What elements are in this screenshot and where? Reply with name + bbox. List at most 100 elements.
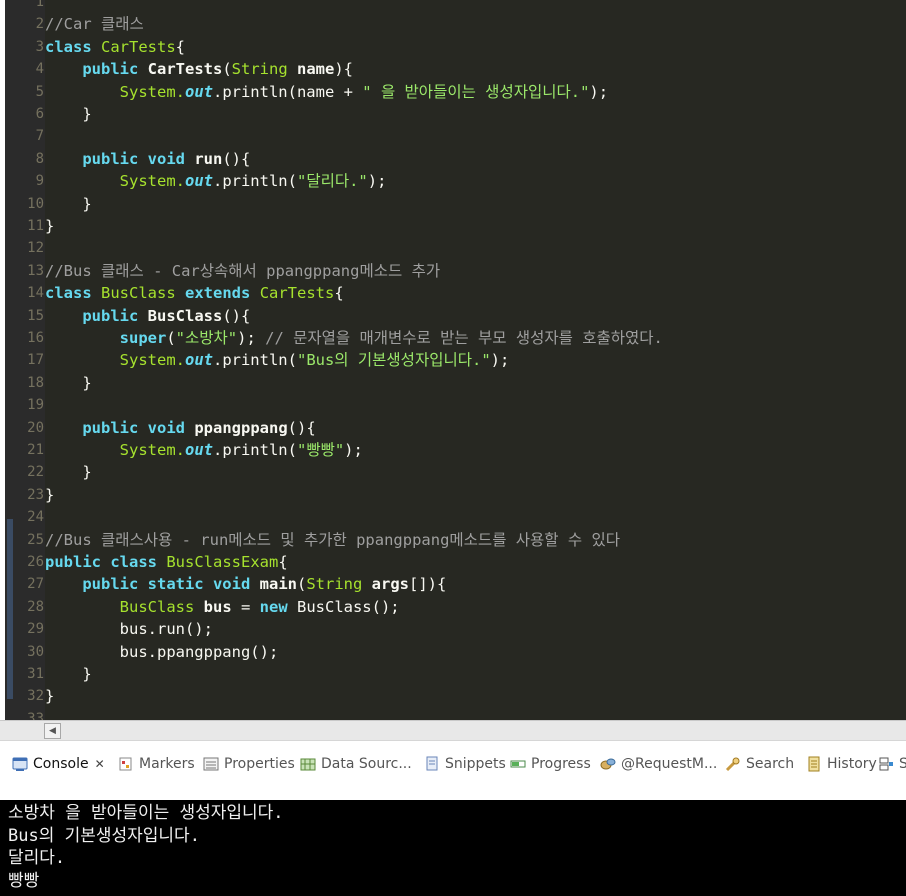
markers-icon <box>118 756 134 772</box>
punct: { <box>175 37 186 56</box>
class-name: BusClass <box>101 284 176 303</box>
keyword: class <box>45 37 92 56</box>
code-line[interactable]: public void run(){ <box>45 148 250 171</box>
code-line[interactable]: System.out.println("빵빵"); <box>45 439 363 462</box>
code-line[interactable]: } <box>45 372 91 395</box>
code-line[interactable]: class CarTests{ <box>45 36 185 59</box>
code-line[interactable]: System.out.println("Bus의 기본생성자입니다."); <box>45 349 510 372</box>
tab-request-mapping[interactable]: @RequestM... <box>600 753 717 775</box>
statement: BusClass(); <box>287 597 400 616</box>
code-line[interactable]: super("소방차"); // 문자열을 매개변수로 받는 부모 생성자를 호… <box>45 327 663 350</box>
code-line[interactable]: } <box>45 663 92 686</box>
line-number: 10 <box>27 195 44 212</box>
code-line[interactable]: class BusClass extends CarTests{ <box>45 282 344 305</box>
console-line: 빵빵 <box>8 870 40 891</box>
line-number: 32 <box>27 688 44 705</box>
string-literal: "Bus의 기본생성자입니다." <box>296 351 491 370</box>
code-line[interactable]: bus.run(); <box>45 618 213 641</box>
close-icon[interactable]: ✕ <box>95 757 105 771</box>
code-line[interactable]: bus.ppangppang(); <box>45 641 279 664</box>
method-call: .println( <box>212 441 297 459</box>
code-line[interactable]: public static void main(String args[]){ <box>45 573 446 596</box>
line-number: 16 <box>27 330 44 346</box>
field-out: out <box>184 82 213 101</box>
string-literal: "빵빵" <box>296 441 345 459</box>
line-number: 14 <box>27 285 44 302</box>
keyword: super <box>119 329 167 347</box>
line-number: 3 <box>35 38 44 55</box>
code-line[interactable]: System.out.println("달리다."); <box>45 170 387 193</box>
punct: ( <box>166 329 176 347</box>
field-out: out <box>184 351 213 370</box>
punct: } <box>82 665 92 683</box>
arrow-left-icon: ◀ <box>49 726 56 736</box>
class-name: BusClass <box>119 597 195 616</box>
line-number: 1 <box>35 0 44 10</box>
variable-name: bus <box>203 597 232 616</box>
code-line[interactable]: } <box>45 193 92 216</box>
code-editor[interactable]: 1 2 3 4 5 6 7 8 9 10 11 12 13 14 15 16 1… <box>0 0 906 720</box>
string-literal: "소방차" <box>175 329 238 347</box>
line-number: 15 <box>27 307 44 324</box>
code-line[interactable]: } <box>45 103 91 126</box>
code-line[interactable]: //Bus 클래스사용 - run메소드 및 추가한 ppangppang메소드… <box>45 529 620 552</box>
tab-console[interactable]: Console ✕ <box>12 753 105 775</box>
console-line: Bus의 기본생성자입니다. <box>8 825 200 846</box>
keyword: public <box>82 60 139 79</box>
comment: // 문자열을 매개변수로 받는 부모 생성자를 호출하였다. <box>265 329 663 347</box>
comment: //Car 클래스 <box>45 15 144 34</box>
field-out: out <box>184 172 213 191</box>
scroll-left-button[interactable]: ◀ <box>44 723 61 739</box>
tab-markers[interactable]: Markers <box>118 753 195 775</box>
code-line[interactable]: public BusClass(){ <box>45 305 250 328</box>
line-number: 31 <box>27 666 44 682</box>
console-output[interactable]: 소방차 을 받아들이는 생성자입니다. Bus의 기본생성자입니다. 달리다. … <box>0 800 906 896</box>
tab-label: Data Sourc... <box>321 756 412 772</box>
string-literal: "달리다." <box>296 172 368 191</box>
view-tab-bar: Console ✕ Markers Properties Data Sourc.… <box>0 740 906 800</box>
param-name: args <box>371 575 409 594</box>
line-number: 2 <box>35 16 44 33</box>
code-line[interactable]: BusClass bus = new BusClass(); <box>45 596 400 619</box>
class-name: BusClassExam <box>166 553 279 571</box>
code-line[interactable]: } <box>45 215 54 238</box>
method-name: ppangppang <box>194 418 288 437</box>
code-line[interactable]: public CarTests(String name){ <box>45 58 353 81</box>
punct: (){ <box>222 306 251 325</box>
history-icon <box>806 756 822 772</box>
tab-search[interactable]: Search <box>725 753 794 775</box>
tab-data-source[interactable]: Data Sourc... <box>300 753 412 775</box>
code-line[interactable]: System.out.println(name + " 을 받아들이는 생성자입… <box>45 81 608 104</box>
code-line[interactable]: public void ppangppang(){ <box>45 417 315 440</box>
code-line[interactable]: } <box>45 484 54 507</box>
code-line[interactable]: } <box>45 685 54 708</box>
code-line[interactable]: } <box>45 461 91 484</box>
line-number: 11 <box>27 218 44 234</box>
code-line[interactable]: //Bus 클래스 - Car상속해서 ppangppang메소드 추가 <box>45 260 440 283</box>
change-marker-bar <box>7 519 13 699</box>
punct: } <box>45 485 55 504</box>
punct: } <box>82 194 92 213</box>
tab-snippets[interactable]: Snippets <box>424 753 506 775</box>
line-number: 8 <box>35 150 44 167</box>
tab-properties[interactable]: Properties <box>203 753 295 775</box>
tab-label: Snippets <box>445 756 506 772</box>
code-line[interactable]: public class BusClassExam{ <box>45 551 288 574</box>
tab-label: Properties <box>224 756 295 772</box>
class-name: CarTests <box>101 37 176 56</box>
tab-progress[interactable]: Progress <box>510 753 591 775</box>
code-line[interactable]: //Car 클래스 <box>45 13 144 36</box>
line-number: 12 <box>27 240 44 257</box>
keyword: public void <box>82 149 185 168</box>
method-name: CarTests <box>147 60 223 79</box>
tab-servers[interactable]: S <box>878 753 906 775</box>
horizontal-scrollbar[interactable]: ◀ <box>40 720 906 740</box>
line-number: 24 <box>27 509 44 526</box>
tab-history[interactable]: History <box>806 753 877 775</box>
line-number: 4 <box>35 61 44 78</box>
line-number: 26 <box>27 554 44 570</box>
statement: bus.run(); <box>119 620 213 639</box>
string-literal: " 을 받아들이는 생성자입니다." <box>362 82 590 101</box>
keyword: public <box>82 306 139 325</box>
editor-pane[interactable]: 1 2 3 4 5 6 7 8 9 10 11 12 13 14 15 16 1… <box>5 0 906 720</box>
